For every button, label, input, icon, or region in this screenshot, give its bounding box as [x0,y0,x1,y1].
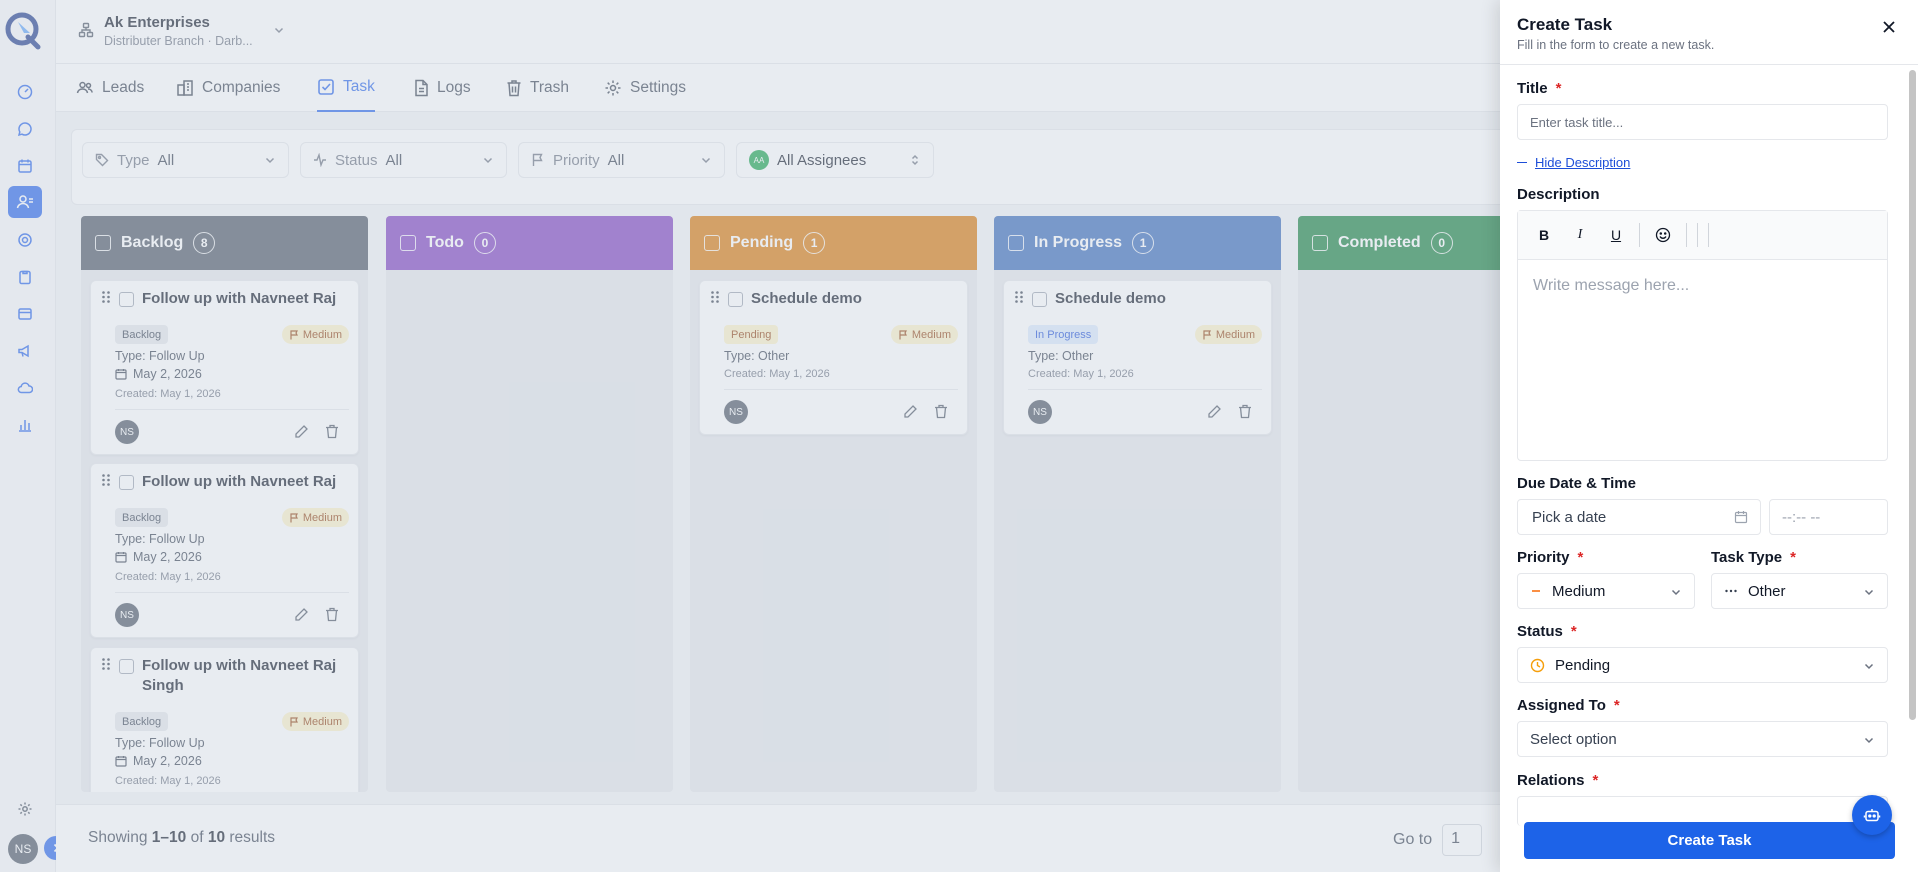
status-select[interactable]: Pending [1517,647,1888,683]
minus-icon [1530,585,1542,597]
clock-icon [1530,658,1545,673]
minus-icon [1517,161,1527,164]
bold-button[interactable]: B [1531,222,1557,248]
close-icon[interactable] [1882,20,1896,34]
chevron-down-icon [1670,586,1682,598]
create-task-drawer: Create Task Fill in the form to create a… [1500,0,1918,872]
assigned-to-select[interactable]: Select option [1517,721,1888,757]
toolbar-divider [1686,223,1687,247]
drawer-subtitle: Fill in the form to create a new task. [1517,38,1715,52]
title-input[interactable] [1517,104,1888,140]
status-label: Status * [1517,623,1577,640]
due-date-label: Due Date & Time [1517,475,1636,492]
editor-placeholder[interactable]: Write message here... [1533,277,1689,295]
assigned-to-label: Assigned To * [1517,697,1620,714]
drawer-title: Create Task [1517,15,1613,34]
priority-select[interactable]: Medium [1517,573,1695,609]
divider [1500,64,1918,65]
title-label: Title * [1517,80,1562,97]
description-label: Description [1517,186,1600,203]
date-picker[interactable]: Pick a date [1517,499,1761,535]
robot-icon [1863,806,1881,824]
drawer-scrollbar[interactable] [1909,70,1916,720]
toolbar-divider [1708,223,1709,247]
relations-label: Relations * [1517,772,1599,789]
toolbar-divider [1697,223,1698,247]
editor-toolbar: B I U [1518,211,1887,260]
more-dots-icon [1724,585,1738,597]
emoji-icon[interactable] [1650,222,1676,248]
toolbar-divider [1639,223,1640,247]
task-type-select[interactable]: Other [1711,573,1888,609]
underline-button[interactable]: U [1603,222,1629,248]
calendar-icon [1734,510,1748,524]
hide-description-link[interactable]: Hide Description [1517,155,1630,170]
italic-button[interactable]: I [1567,222,1593,248]
task-type-label: Task Type * [1711,549,1796,566]
chevron-down-icon [1863,734,1875,746]
create-task-button[interactable]: Create Task [1524,822,1895,859]
chevron-down-icon [1863,660,1875,672]
chevron-down-icon [1863,586,1875,598]
description-editor: B I U Write message here... [1517,210,1888,461]
priority-label: Priority * [1517,549,1584,566]
time-input[interactable]: --:-- -- [1769,499,1888,535]
chat-bot-button[interactable] [1852,795,1892,835]
